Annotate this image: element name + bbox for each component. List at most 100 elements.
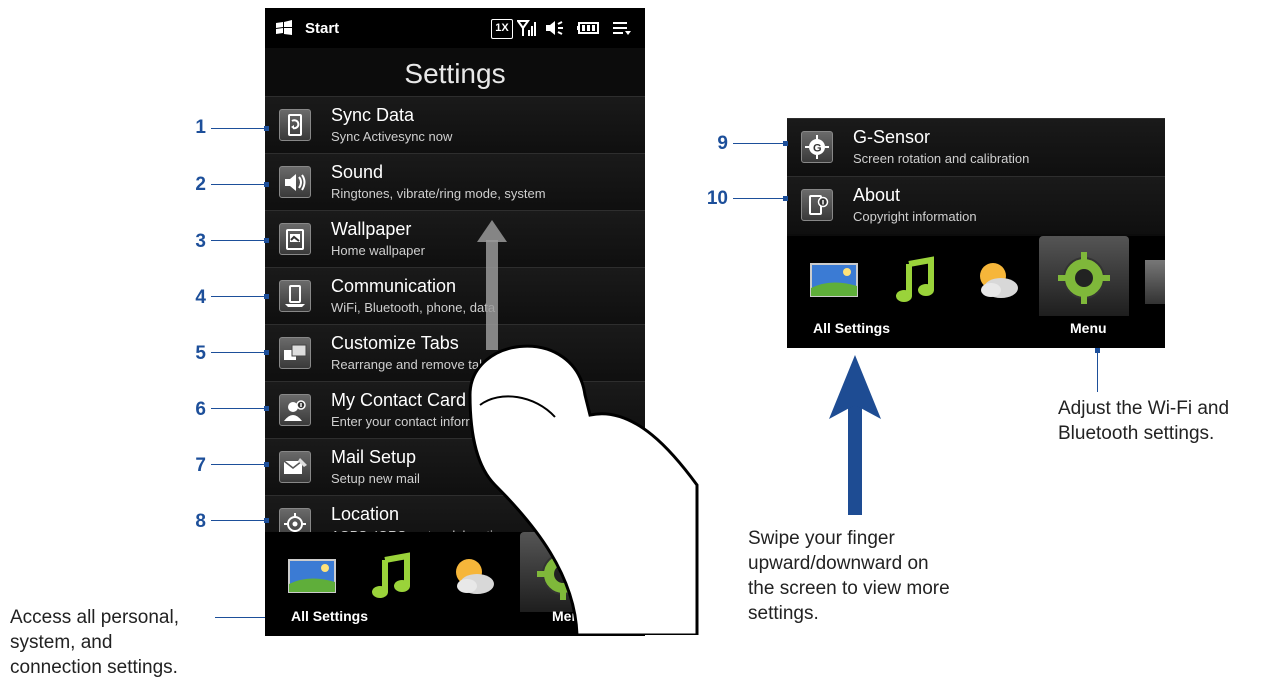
item-subtitle: Ringtones, vibrate/ring mode, system xyxy=(331,186,546,201)
callout-number: 9 xyxy=(717,133,728,154)
callout-line xyxy=(733,198,788,199)
item-title: About xyxy=(853,185,901,205)
caption-all-settings: Access all personal, system, and connect… xyxy=(10,605,210,680)
item-title: Location xyxy=(331,504,400,524)
callout-dot xyxy=(264,462,269,467)
communication-icon xyxy=(279,280,311,312)
callout-dot xyxy=(264,294,269,299)
tab-weather-icon[interactable] xyxy=(967,250,1027,310)
callout-dot xyxy=(264,406,269,411)
callout-dot xyxy=(264,518,269,523)
tab-pictures-icon[interactable] xyxy=(283,546,343,606)
callout-line xyxy=(211,352,266,353)
callout-line xyxy=(211,184,266,185)
callout-number: 7 xyxy=(195,455,206,476)
settings-item-communication[interactable]: Communication WiFi, Bluetooth, phone, da… xyxy=(265,267,645,325)
callout-number: 4 xyxy=(195,287,206,308)
item-title: Communication xyxy=(331,276,457,296)
callout-number: 5 xyxy=(195,343,206,364)
item-subtitle: Sync Activesync now xyxy=(331,129,453,144)
caption-line: system, and xyxy=(10,632,113,653)
settings-item-about[interactable]: About Copyright information xyxy=(787,176,1165,234)
callout-dot xyxy=(783,196,788,201)
item-title: Sync Data xyxy=(331,105,415,125)
callout-line xyxy=(211,408,266,409)
caption-line: the screen to view more xyxy=(748,578,950,599)
item-subtitle: Screen rotation and calibration xyxy=(853,151,1030,166)
callout-dot xyxy=(264,126,269,131)
callout-number: 1 xyxy=(195,117,206,138)
item-subtitle: Setup new mail xyxy=(331,471,420,486)
caption-line: Swipe your finger xyxy=(748,528,895,549)
callout-line-vertical xyxy=(1097,350,1098,392)
caption-line: Adjust the Wi-Fi and xyxy=(1058,398,1230,419)
item-title: Customize Tabs xyxy=(331,333,459,353)
item-title: Wallpaper xyxy=(331,219,412,239)
caption-line: connection settings. xyxy=(10,657,178,678)
caption-line: settings. xyxy=(748,603,819,624)
connection-menu-icon[interactable] xyxy=(611,19,633,37)
settings-screen-scrolled: G G-Sensor Screen rotation and calibrati… xyxy=(787,118,1165,348)
tab-music-icon[interactable] xyxy=(887,250,947,310)
settings-item-wallpaper[interactable]: Wallpaper Home wallpaper xyxy=(265,210,645,268)
callout-dot xyxy=(264,182,269,187)
tab-right-label[interactable]: Menu xyxy=(1070,320,1107,336)
about-icon xyxy=(801,189,833,221)
item-subtitle: Copyright information xyxy=(853,209,977,224)
callout-dot xyxy=(264,350,269,355)
tab-left-label[interactable]: All Settings xyxy=(291,608,368,624)
caption-menu: Adjust the Wi-Fi and Bluetooth settings. xyxy=(1058,396,1258,446)
callout-number: 8 xyxy=(195,511,206,532)
callout-line xyxy=(215,617,265,618)
callout-dot xyxy=(783,141,788,146)
status-bar: Start 1X xyxy=(265,8,645,48)
volume-icon[interactable] xyxy=(545,19,567,37)
item-title: G-Sensor xyxy=(853,127,931,147)
mail-icon xyxy=(279,451,311,483)
caption-line: Access all personal, xyxy=(10,607,179,628)
callout-number: 6 xyxy=(195,399,206,420)
callout-dot xyxy=(264,238,269,243)
callout-line xyxy=(733,143,788,144)
swipe-arrow-icon xyxy=(829,355,881,515)
item-title: Sound xyxy=(331,162,384,182)
signal-icon[interactable] xyxy=(517,19,537,37)
tab-left-label[interactable]: All Settings xyxy=(813,320,890,336)
g-sensor-icon: G xyxy=(801,131,833,163)
callout-line xyxy=(211,296,266,297)
caption-line: upward/downward on xyxy=(748,553,929,574)
settings-item-sync-data[interactable]: Sync Data Sync Activesync now xyxy=(265,96,645,154)
tab-settings-gear-icon[interactable] xyxy=(1054,248,1114,308)
callout-number: 3 xyxy=(195,231,206,252)
start-label[interactable]: Start xyxy=(305,20,339,37)
callout-line xyxy=(211,128,266,129)
caption-line: Bluetooth settings. xyxy=(1058,423,1215,444)
network-badge: 1X xyxy=(491,19,513,39)
settings-item-g-sensor[interactable]: G G-Sensor Screen rotation and calibrati… xyxy=(787,118,1165,176)
speaker-icon xyxy=(279,166,311,198)
tab-music-icon[interactable] xyxy=(363,546,423,606)
swipe-up-arrow-icon xyxy=(477,220,507,350)
windows-start-icon[interactable] xyxy=(275,20,293,36)
contact-card-icon xyxy=(279,394,311,426)
callout-line xyxy=(211,520,266,521)
callout-line xyxy=(211,464,266,465)
tab-bar: All Settings Menu xyxy=(787,236,1165,348)
tabs-icon xyxy=(279,337,311,369)
item-title: Mail Setup xyxy=(331,447,417,467)
callout-number: 2 xyxy=(195,174,206,195)
tab-pictures-icon[interactable] xyxy=(805,250,865,310)
item-title: My Contact Card xyxy=(331,390,467,410)
callout-line xyxy=(211,240,266,241)
item-subtitle: Home wallpaper xyxy=(331,243,425,258)
settings-item-sound[interactable]: Sound Ringtones, vibrate/ring mode, syst… xyxy=(265,153,645,211)
finger-gesture-icon xyxy=(468,344,699,635)
caption-swipe: Swipe your finger upward/downward on the… xyxy=(748,526,998,626)
callout-number: 10 xyxy=(706,188,728,209)
sync-icon xyxy=(279,109,311,141)
battery-icon[interactable] xyxy=(577,19,601,37)
svg-text:G: G xyxy=(813,143,822,155)
page-title: Settings xyxy=(404,58,506,89)
tab-next-partial-icon[interactable] xyxy=(1145,260,1165,304)
wallpaper-icon xyxy=(279,223,311,255)
